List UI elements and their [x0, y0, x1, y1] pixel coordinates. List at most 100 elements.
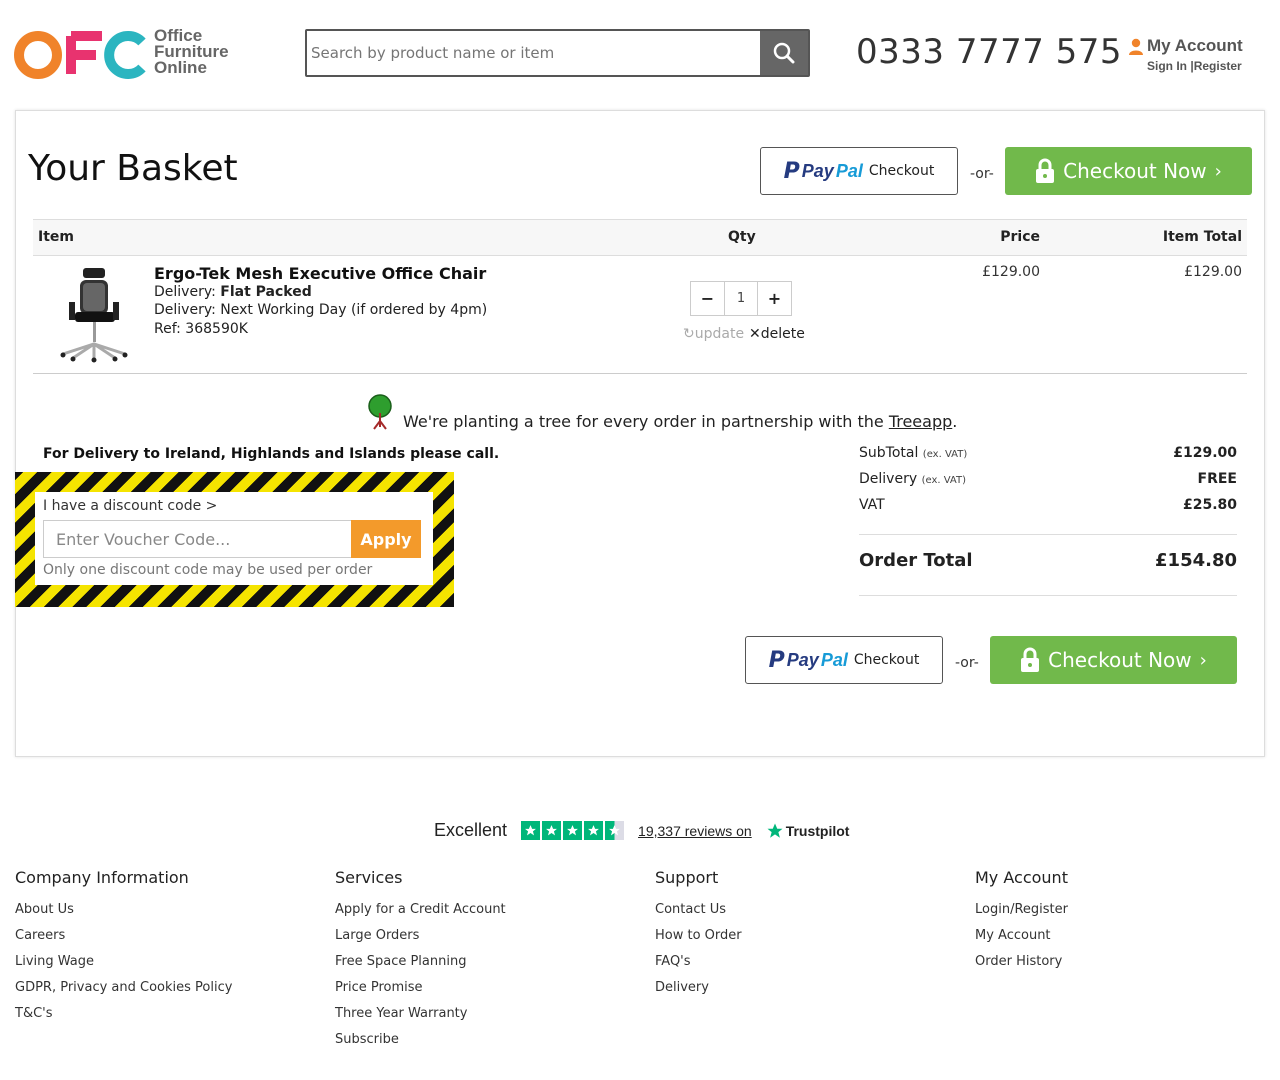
table-row: Ergo-Tek Mesh Executive Office Chair Del… [33, 256, 1247, 374]
quantity-stepper: − 1 + [690, 281, 792, 316]
search-bar [305, 29, 810, 77]
footer-link[interactable]: Delivery [655, 975, 742, 1001]
phone-number[interactable]: 0333 7777 575 [856, 32, 1122, 72]
trustpilot-brand: Trustpilot [766, 822, 850, 840]
subtotal-value: £129.00 [1173, 445, 1237, 461]
chevron-right-icon: › [1199, 649, 1207, 671]
checkout-now-label: Checkout Now [1063, 159, 1207, 183]
refresh-icon: ↻ [683, 326, 695, 342]
product-name[interactable]: Ergo-Tek Mesh Executive Office Chair [154, 264, 486, 283]
item-price: £129.00 [982, 264, 1040, 280]
footer-link[interactable]: GDPR, Privacy and Cookies Policy [15, 975, 232, 1001]
paypal-logo-text: Pay [786, 649, 819, 670]
footer-link[interactable]: My Account [975, 923, 1068, 949]
footer-link[interactable]: Subscribe [335, 1027, 506, 1053]
discount-toggle[interactable]: I have a discount code > [43, 498, 217, 514]
delivery-value: FREE [1197, 471, 1237, 487]
checkout-now-button[interactable]: Checkout Now › [1005, 147, 1252, 195]
paypal-checkout-label: Checkout [853, 652, 920, 668]
footer-column-services: Services Apply for a Credit Account Larg… [335, 868, 506, 1053]
discount-note: Only one discount code may be used per o… [43, 562, 373, 578]
my-account-link[interactable]: My Account [1128, 36, 1248, 56]
paypal-logo-text: Pay [801, 160, 834, 181]
lock-icon [1021, 647, 1040, 672]
sign-in-link[interactable]: Sign In [1147, 59, 1187, 73]
column-item: Item [38, 229, 74, 245]
register-link[interactable]: Register [1194, 59, 1242, 73]
footer-link[interactable]: Order History [975, 949, 1068, 975]
voucher-code-input[interactable]: Enter Voucher Code... [43, 520, 352, 558]
my-account-label: My Account [1147, 36, 1243, 55]
qty-minus-button[interactable]: − [691, 282, 724, 315]
treeapp-link[interactable]: Treeapp [889, 412, 952, 431]
footer-link[interactable]: Price Promise [335, 975, 506, 1001]
tree-text-body: We're planting a tree for every order in… [403, 412, 889, 431]
update-label: update [694, 326, 745, 342]
basket-table-header: Item Qty Price Item Total [33, 219, 1247, 256]
trustpilot-star-icon [767, 823, 783, 838]
half-star-icon [605, 821, 625, 840]
product-delivery-time: Delivery: Next Working Day (if ordered b… [154, 302, 488, 318]
delete-label: delete [760, 326, 805, 342]
lock-icon [1036, 158, 1055, 183]
ex-vat-note: (ex. VAT) [921, 475, 967, 486]
paypal-icon: P [783, 158, 800, 184]
checkout-now-label: Checkout Now [1048, 648, 1192, 672]
totals-divider [859, 534, 1237, 535]
star-icon [542, 821, 562, 840]
checkout-now-button-bottom[interactable]: Checkout Now › [990, 636, 1237, 684]
product-image[interactable] [53, 264, 133, 364]
search-icon [773, 42, 795, 64]
close-icon: ✕ [749, 326, 761, 342]
paypal-checkout-button-bottom[interactable]: P Pay Pal Checkout [745, 636, 943, 684]
or-separator: -or- [970, 166, 994, 182]
footer-link[interactable]: About Us [15, 897, 232, 923]
order-total-value: £154.80 [1155, 550, 1237, 571]
footer-link[interactable]: Apply for a Credit Account [335, 897, 506, 923]
footer-link[interactable]: Login/Register [975, 897, 1068, 923]
footer-link[interactable]: Careers [15, 923, 232, 949]
footer-link[interactable]: Contact Us [655, 897, 742, 923]
search-button[interactable] [760, 31, 808, 75]
delete-button[interactable]: ✕delete [749, 326, 805, 342]
footer-link[interactable]: FAQ's [655, 949, 742, 975]
vat-value: £25.80 [1182, 497, 1237, 513]
logo-wordmark: Office Furniture Online [154, 26, 229, 77]
update-button[interactable]: ↻update [683, 326, 744, 342]
footer-link[interactable]: Living Wage [15, 949, 232, 975]
page-title: Your Basket [28, 148, 238, 189]
account-menu: My Account Sign In |Register [1128, 36, 1248, 73]
footer-link[interactable]: Large Orders [335, 923, 506, 949]
product-delivery-type: Delivery: Flat Packed [154, 284, 312, 300]
apply-voucher-button[interactable]: Apply [351, 520, 421, 558]
totals-divider [859, 595, 1237, 596]
qty-plus-button[interactable]: + [758, 282, 791, 315]
footer-link[interactable]: How to Order [655, 923, 742, 949]
tree-text-period: . [952, 412, 958, 431]
delivery-total-label: Delivery [859, 471, 918, 487]
star-icon [584, 821, 604, 840]
search-input[interactable] [307, 31, 760, 75]
subtotal-label: SubTotal [859, 445, 919, 461]
user-icon [1129, 38, 1143, 55]
column-price: Price [1000, 229, 1040, 245]
delivery-note: For Delivery to Ireland, Highlands and I… [43, 446, 500, 462]
trustpilot-brand-label: Trustpilot [785, 822, 850, 839]
paypal-logo-text: Pal [835, 160, 863, 181]
trustpilot-reviews-link[interactable]: 19,337 reviews on [638, 823, 752, 839]
footer-link[interactable]: Three Year Warranty [335, 1001, 506, 1027]
chevron-right-icon: › [1214, 160, 1222, 182]
ex-vat-note: (ex. VAT) [922, 449, 968, 460]
paypal-checkout-button[interactable]: P Pay Pal Checkout [760, 147, 958, 195]
tree-icon [368, 394, 392, 430]
footer-link[interactable]: T&C's [15, 1001, 232, 1027]
qty-input[interactable]: 1 [724, 282, 758, 315]
paypal-icon: P [768, 647, 785, 673]
star-icon [563, 821, 583, 840]
column-qty: Qty [728, 229, 756, 245]
paypal-logo-text: Pal [820, 649, 848, 670]
trustpilot-widget[interactable]: Excellent 19,337 reviews on Trustpilot [434, 820, 849, 841]
order-total-row: Order Total £154.80 [859, 550, 1237, 571]
star-icon [521, 821, 541, 840]
footer-link[interactable]: Free Space Planning [335, 949, 506, 975]
